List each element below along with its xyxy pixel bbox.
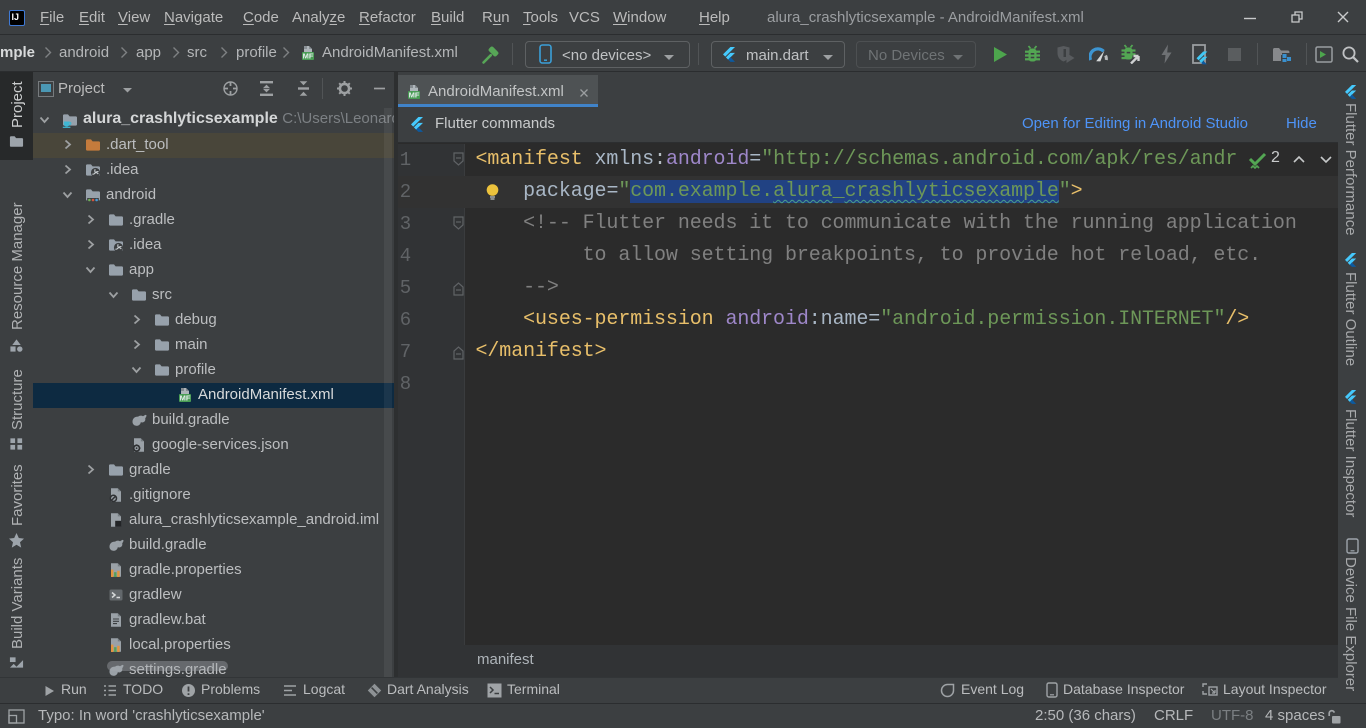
svg-text:MF: MF: [409, 91, 420, 100]
svg-text:MF: MF: [180, 394, 191, 403]
svg-text:MF: MF: [303, 52, 314, 61]
